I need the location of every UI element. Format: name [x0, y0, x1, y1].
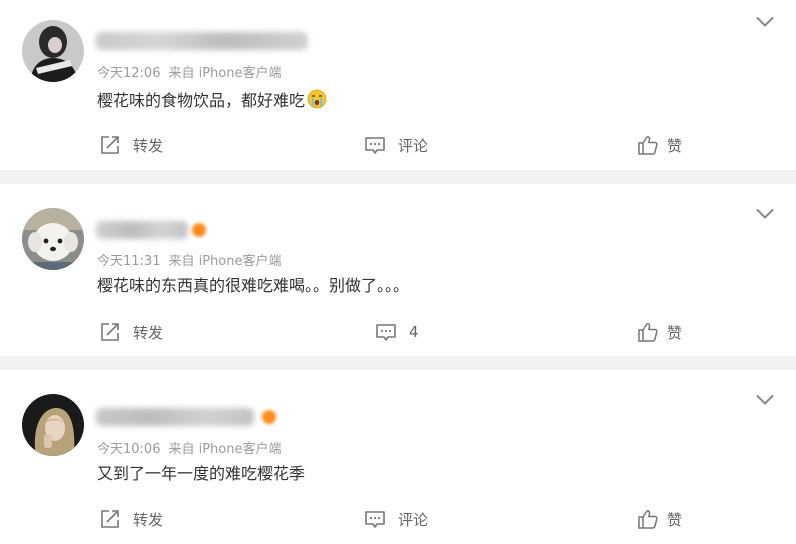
verified-badge-icon	[192, 223, 206, 237]
comment-button[interactable]: 4	[375, 319, 419, 345]
comment-text-body: 又到了一年一度的难吃樱花季	[97, 464, 306, 483]
repost-button[interactable]: 转发	[99, 132, 163, 158]
crying-face-icon	[307, 89, 327, 114]
chevron-down-icon[interactable]	[756, 16, 774, 28]
repost-button[interactable]: 转发	[99, 319, 163, 345]
comment-feed: 今天12:06 来自 iPhone客户端 樱花味的食物饮品，都好难吃 转发 评论 …	[0, 0, 796, 544]
like-label: 赞	[667, 510, 683, 529]
comment-meta: 今天10:06 来自 iPhone客户端	[97, 438, 281, 457]
comment-icon	[376, 324, 396, 341]
thumbs-up-icon	[638, 136, 658, 155]
comment-card: 今天12:06 来自 iPhone客户端 樱花味的食物饮品，都好难吃 转发 评论 …	[0, 0, 796, 170]
comment-source: 来自 iPhone客户端	[168, 442, 282, 457]
comment-button[interactable]: 评论	[364, 132, 428, 158]
comment-text-body: 樱花味的食物饮品，都好难吃	[97, 91, 306, 110]
avatar[interactable]	[22, 20, 84, 82]
comment-actions: 转发 评论 赞	[0, 132, 796, 158]
comment-label: 评论	[398, 136, 429, 155]
comment-card: 今天11:31 来自 iPhone客户端 樱花味的东西真的很难吃难喝。。别做了。。…	[0, 184, 796, 356]
like-button[interactable]: 赞	[637, 132, 682, 158]
share-icon	[101, 510, 119, 528]
chevron-down-icon[interactable]	[756, 208, 774, 220]
thumbs-up-icon	[638, 510, 658, 529]
avatar[interactable]	[22, 208, 84, 270]
avatar[interactable]	[22, 394, 84, 456]
comment-count: 4	[409, 323, 419, 341]
username-blurred[interactable]	[96, 32, 308, 50]
comment-icon	[365, 511, 385, 528]
repost-button[interactable]: 转发	[99, 506, 163, 532]
like-label: 赞	[667, 136, 683, 155]
repost-label: 转发	[133, 323, 164, 342]
comment-time: 今天10:06	[97, 442, 161, 457]
comment-time: 今天12:06	[97, 66, 161, 81]
share-icon	[101, 136, 119, 154]
like-button[interactable]: 赞	[637, 506, 682, 532]
comment-button[interactable]: 评论	[364, 506, 428, 532]
username-blurred[interactable]	[96, 221, 188, 239]
comment-label: 评论	[398, 510, 429, 529]
thumbs-up-icon	[638, 323, 658, 342]
verified-badge-icon	[262, 410, 276, 424]
avatar-white-dog-photo	[22, 208, 84, 270]
comment-text: 樱花味的东西真的很难吃难喝。。别做了。。。	[97, 276, 409, 296]
repost-label: 转发	[133, 510, 164, 529]
comment-time: 今天11:31	[97, 254, 161, 269]
like-button[interactable]: 赞	[637, 319, 682, 345]
comment-source: 来自 iPhone客户端	[168, 66, 282, 81]
comment-actions: 转发 评论 赞	[0, 506, 796, 532]
avatar-blonde-woman-photo	[22, 394, 84, 456]
like-label: 赞	[667, 323, 683, 342]
comment-source: 来自 iPhone客户端	[168, 254, 282, 269]
comment-icon	[365, 137, 385, 154]
comment-card: 今天10:06 来自 iPhone客户端 又到了一年一度的难吃樱花季 转发 评论 …	[0, 370, 796, 544]
chevron-down-icon[interactable]	[756, 394, 774, 406]
share-icon	[101, 323, 119, 341]
username-blurred[interactable]	[96, 408, 254, 426]
comment-text: 樱花味的食物饮品，都好难吃	[97, 89, 327, 114]
repost-label: 转发	[133, 136, 164, 155]
comment-text: 又到了一年一度的难吃樱花季	[97, 464, 305, 484]
comment-text-body: 樱花味的东西真的很难吃难喝。。别做了。。。	[97, 276, 410, 295]
comment-actions: 转发 4 赞	[0, 319, 796, 345]
comment-meta: 今天12:06 来自 iPhone客户端	[97, 62, 281, 81]
avatar-girl-dark-photo	[22, 20, 84, 82]
comment-meta: 今天11:31 来自 iPhone客户端	[97, 250, 281, 269]
